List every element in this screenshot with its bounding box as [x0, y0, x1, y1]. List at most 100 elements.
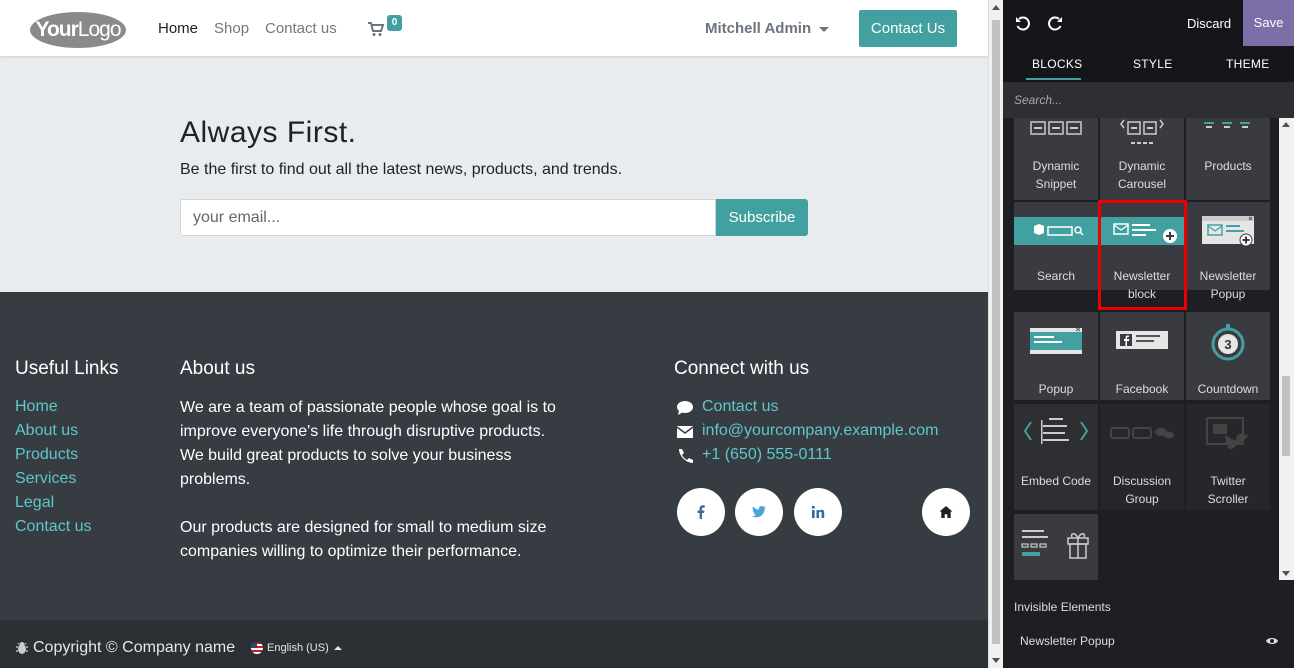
facebook-page-icon — [1116, 331, 1168, 349]
tab-style[interactable]: STYLE — [1133, 57, 1173, 71]
scroll-down-icon[interactable] — [992, 658, 1000, 663]
caret-down-icon — [819, 26, 830, 32]
save-button[interactable]: Save — [1243, 0, 1294, 46]
footer-link-about[interactable]: About us — [15, 422, 78, 440]
block-gift[interactable] — [1014, 514, 1098, 580]
block-label: Countdown — [1197, 382, 1259, 396]
caret-up-icon — [333, 646, 342, 651]
block-dynamic-carousel[interactable]: Dynamic Carousel — [1100, 118, 1184, 200]
newsletter-subtitle: Be the first to find out all the latest … — [180, 161, 623, 178]
copyright-text: Copyright © Company name — [33, 639, 236, 656]
connect-phone-link[interactable]: +1 (650) 555-0111 — [702, 446, 832, 464]
linkedin-button[interactable] — [794, 488, 842, 536]
block-label: Dynamic — [1118, 159, 1166, 173]
block-popup[interactable]: Popup — [1014, 312, 1098, 400]
blocks-search-input[interactable]: Search... — [1003, 82, 1294, 118]
twitter-button[interactable] — [735, 488, 783, 536]
tab-blocks[interactable]: BLOCKS — [1032, 57, 1083, 71]
dynamic-snippet-icon — [1030, 121, 1082, 135]
nav-link-shop[interactable]: Shop — [214, 20, 249, 37]
twitter-icon — [752, 506, 766, 518]
user-menu[interactable]: Mitchell Admin — [705, 20, 830, 37]
bug-icon[interactable] — [15, 641, 29, 655]
us-flag-icon — [251, 642, 263, 655]
nav-link-contact[interactable]: Contact us — [265, 20, 337, 37]
discussion-group-icon — [1110, 427, 1174, 439]
newsletter-block-highlight — [1098, 200, 1187, 310]
footer-link-products[interactable]: Products — [15, 446, 78, 464]
home-button[interactable] — [922, 488, 970, 536]
block-facebook[interactable]: Facebook — [1100, 312, 1184, 400]
svg-text:3: 3 — [1224, 337, 1231, 352]
useful-links-title: Useful Links — [15, 358, 119, 379]
scroll-up-icon[interactable] — [992, 5, 1000, 10]
block-label: Newsletter — [1199, 269, 1257, 283]
block-label: Twitter — [1210, 474, 1246, 488]
about-text-line: Our products are designed for small to m… — [180, 519, 547, 536]
connect-title: Connect with us — [674, 358, 810, 379]
page-scrollbar[interactable] — [988, 0, 1003, 668]
block-search[interactable]: Search — [1014, 202, 1098, 290]
about-text-line: companies willing to optimize their perf… — [180, 543, 522, 560]
block-dynamic-snippet[interactable]: Dynamic Snippet — [1014, 118, 1098, 200]
language-selector[interactable]: English (US) — [251, 642, 342, 655]
block-countdown[interactable]: 3 Countdown — [1186, 312, 1270, 400]
dynamic-carousel-icon — [1120, 119, 1164, 144]
block-embed-code[interactable]: Embed Code — [1014, 404, 1098, 510]
block-label: Discussion — [1112, 474, 1172, 488]
block-newsletter-popup[interactable]: Newsletter Popup — [1186, 202, 1270, 301]
footer-link-home[interactable]: Home — [15, 398, 58, 416]
invisible-item-newsletter-popup[interactable]: Newsletter Popup — [1020, 634, 1115, 648]
discard-button[interactable]: Discard — [1187, 16, 1231, 31]
editor-tabs: BLOCKS STYLE THEME — [1003, 46, 1294, 82]
undo-icon[interactable] — [1014, 15, 1030, 31]
navbar: YourLogo Home Shop Contact us 0 Mitchell… — [0, 0, 988, 56]
footer-link-contact[interactable]: Contact us — [15, 518, 91, 536]
editor-panel: Discard Save BLOCKS STYLE THEME Search..… — [1003, 0, 1294, 668]
editor-toolbar: Discard Save — [1003, 0, 1294, 46]
tab-theme[interactable]: THEME — [1226, 57, 1270, 71]
block-twitter-scroller[interactable]: Twitter Scroller — [1186, 404, 1270, 510]
popup-icon — [1030, 327, 1082, 354]
cart-button[interactable]: 0 — [368, 15, 402, 42]
embed-code-icon — [1023, 418, 1089, 444]
countdown-icon: 3 — [1211, 324, 1245, 361]
scrollbar-thumb[interactable] — [992, 20, 1000, 644]
website-preview: YourLogo Home Shop Contact us 0 Mitchell… — [0, 0, 988, 668]
scroll-down-icon[interactable] — [1282, 571, 1290, 576]
block-label: Carousel — [1117, 177, 1167, 191]
blocks-scrollbar[interactable] — [1279, 118, 1294, 580]
connect-contact-link[interactable]: Contact us — [702, 398, 778, 416]
block-label: Products — [1204, 159, 1252, 173]
about-text-line: problems. — [180, 471, 251, 488]
block-label: Search — [1036, 269, 1076, 283]
twitter-scroller-icon — [1206, 417, 1249, 450]
connect-email-link[interactable]: info@yourcompany.example.com — [702, 422, 939, 440]
facebook-icon — [697, 505, 705, 519]
about-text-line: improve everyone's life through disrupti… — [180, 423, 546, 440]
facebook-button[interactable] — [677, 488, 725, 536]
comment-icon — [677, 401, 693, 415]
newsletter-title: Always First. — [180, 116, 357, 149]
footer-link-services[interactable]: Services — [15, 470, 76, 488]
block-label: Facebook — [1115, 382, 1169, 396]
block-label: Scroller — [1207, 492, 1249, 506]
logo[interactable]: YourLogo — [30, 12, 126, 48]
linkedin-icon — [811, 505, 825, 518]
block-discussion-group[interactable]: Discussion Group — [1100, 404, 1184, 510]
email-input[interactable]: your email... — [180, 199, 716, 236]
subscribe-button[interactable]: Subscribe — [716, 199, 808, 236]
nav-link-home[interactable]: Home — [158, 20, 198, 37]
search-bar-icon — [1014, 217, 1098, 245]
scrollbar-thumb[interactable] — [1282, 376, 1290, 456]
footer-link-legal[interactable]: Legal — [15, 494, 54, 512]
block-products[interactable]: Products — [1186, 118, 1270, 200]
redo-icon[interactable] — [1048, 15, 1064, 31]
gift-block-icon — [1021, 530, 1089, 559]
contact-us-button[interactable]: Contact Us — [859, 10, 957, 47]
scroll-up-icon[interactable] — [1282, 122, 1290, 127]
eye-icon[interactable] — [1265, 636, 1279, 646]
blocks-grid: Dynamic Snippet Dynamic Carousel Product… — [1003, 118, 1279, 580]
block-label: Group — [1125, 492, 1159, 506]
invisible-elements-panel: Invisible Elements Newsletter Popup — [1003, 580, 1294, 668]
